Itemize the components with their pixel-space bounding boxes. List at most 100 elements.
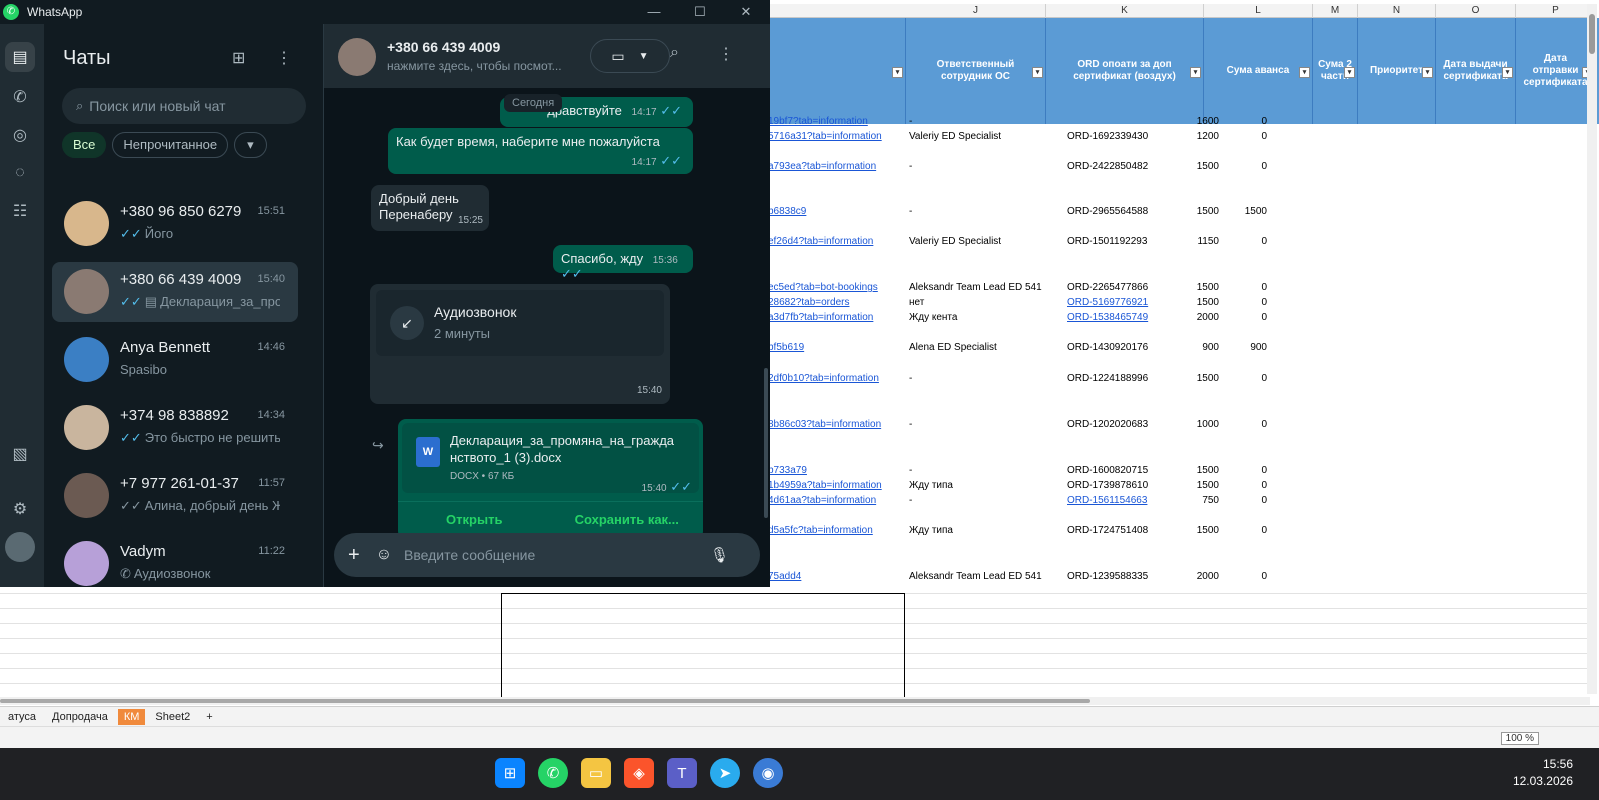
link-cell[interactable]: 19bf7?tab=information (768, 116, 904, 127)
filter-unread[interactable]: Непрочитанное (112, 132, 229, 158)
chat-item[interactable]: +7 977 261-01-37 11:57 ✓✓ Алина, добрый ден… (52, 466, 298, 526)
chat-item[interactable]: Anya Bennett 14:46 Spasibo (52, 330, 298, 390)
chats-icon[interactable]: ▤ (5, 42, 35, 72)
filter-dropdown-icon[interactable]: ▾ (1032, 67, 1043, 78)
whatsapp-taskbar-icon[interactable]: ✆ (538, 758, 568, 788)
link-cell[interactable]: d5a5fc?tab=information (768, 525, 904, 536)
link-cell[interactable]: a793ea?tab=information (768, 161, 904, 172)
column-letter[interactable]: M (1313, 4, 1358, 18)
message-bubble[interactable]: Как будет время, наберите мне пожалуйста… (388, 128, 693, 174)
channels-icon[interactable]: ◌ (5, 158, 35, 188)
link-cell[interactable]: 2df0b10?tab=information (768, 373, 904, 384)
sheet-tab[interactable]: атуса (0, 711, 44, 723)
chat-item[interactable]: +380 66 439 4009 15:40 ✓✓ ▤ Декларация_за_пр… (52, 262, 298, 322)
column-letter[interactable]: O (1436, 4, 1516, 18)
sheet-tab[interactable]: Допродача (44, 711, 116, 723)
clock-time: 15:56 (1542, 757, 1573, 771)
link-cell[interactable]: 4d61aa?tab=information (768, 495, 904, 506)
start-icon[interactable]: ⊞ (495, 758, 525, 788)
message-input[interactable] (404, 547, 695, 563)
conversation-menu-icon[interactable]: ⋮ (718, 44, 734, 64)
brave-icon[interactable]: ◈ (624, 758, 654, 788)
filter-dropdown-icon[interactable]: ▾ (1299, 67, 1310, 78)
search-icon[interactable]: ⌕ (670, 44, 679, 62)
ord-cell[interactable]: ORD-1538465749 (1067, 312, 1173, 323)
message-bubble[interactable]: Спасибо, жду 15:36 ✓✓ (553, 245, 693, 281)
conversation-scrollbar[interactable] (762, 88, 770, 528)
emoji-icon[interactable]: ☺ (376, 546, 392, 564)
filter-dropdown-icon[interactable]: ▾ (1422, 67, 1433, 78)
sheet-tab[interactable]: Sheet2 (147, 711, 198, 723)
link-cell[interactable]: b733a79 (768, 465, 904, 476)
column-letter[interactable]: J (906, 4, 1046, 18)
close-icon[interactable]: ✕ (723, 2, 769, 22)
maximize-icon[interactable]: ☐ (677, 2, 723, 22)
column-letter[interactable]: N (1358, 4, 1436, 18)
header-cell: Сума аванса ▾ (1204, 18, 1313, 124)
zoom-select[interactable]: 100 % (1500, 732, 1539, 745)
attach-plus-icon[interactable]: + (348, 544, 360, 567)
browser-icon[interactable]: ◉ (753, 758, 783, 788)
search-box[interactable]: ⌕ (62, 88, 306, 124)
link-cell[interactable]: ef26d4?tab=information (768, 236, 904, 247)
link-cell[interactable]: 8b86c03?tab=information (768, 419, 904, 430)
microphone-icon[interactable]: 🎙 (710, 546, 729, 564)
sheet-tab[interactable]: + (198, 711, 220, 723)
link-cell[interactable]: 5716a31?tab=information (768, 131, 904, 142)
chats-title: Чаты (63, 47, 111, 69)
chat-item[interactable]: +380 96 850 6279 15:51 ✓✓ Його (52, 194, 298, 254)
filter-dropdown-icon[interactable]: ▾ (1344, 67, 1355, 78)
call-bubble[interactable]: ↙ Аудиозвонок 2 минуты 15:40 (370, 284, 670, 404)
link-cell[interactable]: 75add4 (768, 571, 904, 582)
filter-all[interactable]: Все (62, 132, 107, 158)
conversation-header[interactable]: +380 66 439 4009 нажмите здесь, чтобы по… (324, 24, 770, 88)
link-cell[interactable]: b6838c9 (768, 206, 904, 217)
filter-dropdown-icon[interactable]: ▾ (892, 67, 903, 78)
link-cell[interactable]: 28682?tab=orders (768, 297, 904, 308)
minimize-icon[interactable]: — (631, 2, 677, 22)
sheet-vertical-scrollbar[interactable] (1587, 4, 1597, 694)
message-bubble[interactable]: Добрый день Перенаберу 15:25 (371, 185, 489, 231)
profile-avatar[interactable] (5, 532, 35, 562)
sheet-tab[interactable]: КМ (117, 708, 146, 725)
new-chat-icon[interactable]: ⊞ (232, 48, 245, 68)
chat-time: 14:46 (257, 341, 285, 353)
settings-icon[interactable]: ⚙ (5, 494, 35, 524)
column-letter[interactable]: P (1516, 4, 1596, 18)
chat-preview: ✓✓ Это быстро не решить... (120, 430, 280, 446)
link-cell[interactable]: ec5ed?tab=bot-bookings (768, 282, 904, 293)
teams-icon[interactable]: T (667, 758, 697, 788)
link-cell[interactable]: 1b4959a?tab=information (768, 480, 904, 491)
chat-item[interactable]: +374 98 838892 14:34 ✓✓ Это быстро не решит… (52, 398, 298, 458)
communities-icon[interactable]: ☷ (5, 196, 35, 226)
media-icon[interactable]: ▧ (5, 439, 35, 469)
column-letter[interactable]: L (1204, 4, 1313, 18)
ord-cell: ORD-2422850482 (1067, 161, 1149, 172)
link-cell[interactable]: a3d7fb?tab=information (768, 312, 904, 323)
status-icon[interactable]: ◎ (5, 120, 35, 150)
header-cell: Дата отправки сертификата▾ (1516, 18, 1596, 124)
sheet-horizontal-scrollbar[interactable] (0, 697, 1590, 705)
chat-preview: Spasibo (120, 362, 280, 377)
file-explorer-icon[interactable]: ▭ (581, 758, 611, 788)
ord-cell[interactable]: ORD-5169776921 (1067, 297, 1173, 308)
telegram-icon[interactable]: ➤ (710, 758, 740, 788)
column-letter[interactable]: K (1046, 4, 1204, 18)
filter-dropdown-icon[interactable]: ▾ (1502, 67, 1513, 78)
date-pill: Сегодня (504, 94, 563, 112)
contact-avatar[interactable] (338, 38, 376, 76)
chat-preview-text: Это быстро не решить... (144, 430, 280, 445)
filter-dropdown-icon[interactable]: ▾ (1190, 67, 1201, 78)
forward-icon[interactable]: ↪ (372, 437, 384, 454)
link-cell[interactable]: bf5b619 (768, 342, 904, 353)
file-bubble[interactable]: W Декларация_за_промяна_на_гражда нствот… (398, 419, 703, 539)
ord-cell[interactable]: ORD-1561154663 (1067, 495, 1173, 506)
advance-cell: 1500 (1196, 282, 1219, 293)
clock[interactable]: 15:56 12.03.2026 (1513, 756, 1573, 790)
chat-item[interactable]: Vadym 11:22 ✆ Аудиозвонок (52, 534, 298, 587)
menu-icon[interactable]: ⋮ (276, 48, 292, 68)
search-input[interactable] (89, 98, 280, 114)
video-call-button[interactable]: ▭ ▼ (590, 39, 670, 73)
calls-icon[interactable]: ✆ (5, 82, 35, 112)
filter-more-chevron-icon[interactable]: ▾ (234, 132, 267, 158)
